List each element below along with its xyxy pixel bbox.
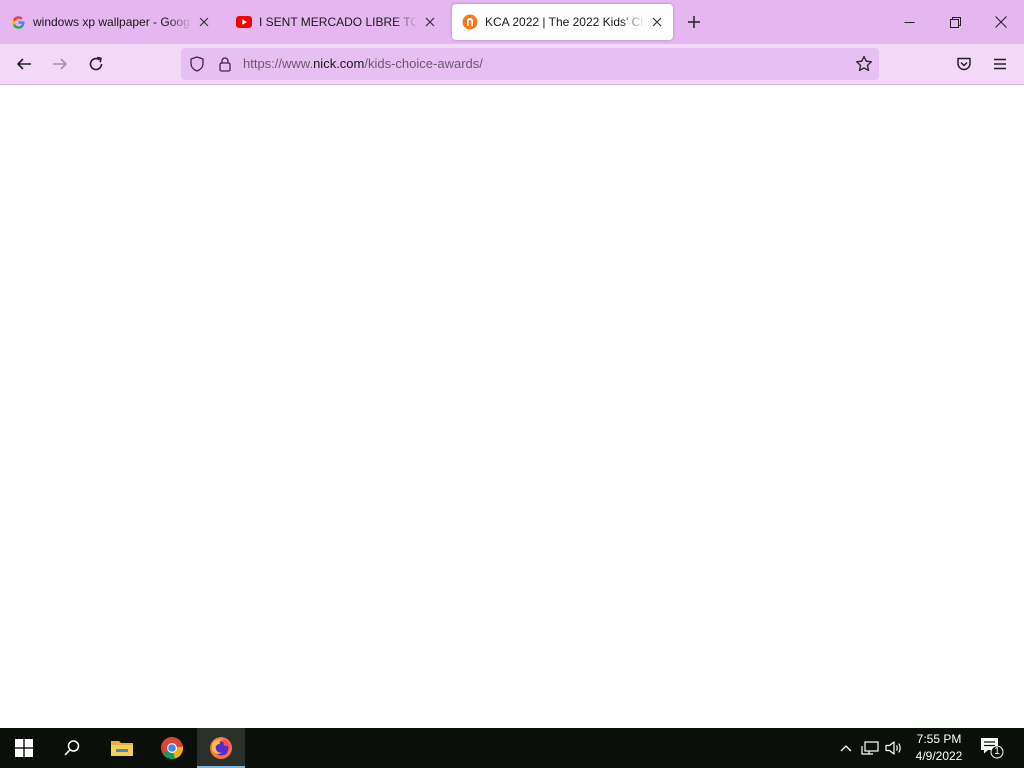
hamburger-menu-icon: [994, 58, 1006, 70]
tab-title: windows xp wallpaper - Google: [33, 15, 192, 29]
url-path: /kids-choice-awards/: [364, 56, 483, 71]
minimize-button[interactable]: [886, 0, 932, 44]
speaker-icon: [885, 741, 901, 755]
url-prefix: https://www.: [243, 56, 314, 71]
clock-date: 4/9/2022: [915, 749, 963, 763]
search-button[interactable]: [48, 728, 96, 768]
tab-kca[interactable]: KCA 2022 | The 2022 Kids' Choi: [452, 4, 673, 40]
system-clock[interactable]: 7:55 PM 4/9/2022: [908, 731, 970, 765]
network-button[interactable]: [860, 738, 880, 758]
file-explorer-icon: [111, 741, 133, 756]
notification-count-badge: 1: [994, 746, 1000, 757]
search-icon: [64, 740, 80, 756]
windows-logo-icon: [15, 739, 33, 757]
reload-button[interactable]: [82, 50, 110, 78]
back-arrow-icon: [17, 58, 31, 70]
forward-arrow-icon: [53, 58, 67, 70]
file-explorer-taskbar-button[interactable]: [98, 728, 146, 768]
nickelodeon-icon: [462, 14, 478, 30]
browser-window: windows xp wallpaper - Google I SENT MER…: [0, 0, 1024, 728]
show-hidden-icons-button[interactable]: [836, 738, 856, 758]
close-window-button[interactable]: [978, 0, 1024, 44]
address-bar[interactable]: https://www.nick.com/kids-choice-awards/: [181, 48, 879, 80]
minimize-icon: [904, 21, 914, 23]
taskbar: 7:55 PM 4/9/2022 1: [0, 728, 1024, 768]
youtube-icon: [236, 14, 252, 30]
tab-title: I SENT MERCADO LIBRE TO GUA: [259, 15, 418, 29]
restore-icon: [949, 16, 961, 28]
action-center-button[interactable]: 1: [980, 737, 1004, 759]
volume-button[interactable]: [884, 738, 904, 758]
chevron-up-icon: [840, 745, 852, 752]
url-domain: nick.com: [313, 56, 365, 71]
close-tab-icon[interactable]: [196, 14, 212, 30]
network-icon: [861, 741, 879, 755]
bookmark-star-icon[interactable]: [855, 55, 873, 73]
forward-button[interactable]: [46, 50, 74, 78]
plus-icon: [688, 16, 700, 28]
page-content-area: [0, 85, 1024, 728]
close-icon: [995, 16, 1007, 28]
tab-strip: windows xp wallpaper - Google I SENT MER…: [0, 0, 1024, 44]
tab-title: KCA 2022 | The 2022 Kids' Choi: [485, 15, 645, 29]
new-tab-button[interactable]: [684, 12, 704, 32]
tab-google[interactable]: windows xp wallpaper - Google: [0, 4, 220, 40]
url-text[interactable]: https://www.nick.com/kids-choice-awards/: [243, 48, 483, 80]
lock-icon[interactable]: [217, 56, 233, 72]
menu-button[interactable]: [986, 50, 1014, 78]
clock-time: 7:55 PM: [916, 732, 962, 746]
close-tab-icon[interactable]: [649, 14, 665, 30]
start-button[interactable]: [0, 728, 48, 768]
reload-icon: [89, 56, 103, 71]
pocket-button[interactable]: [950, 50, 978, 78]
google-g-icon: [10, 14, 26, 30]
chrome-taskbar-button[interactable]: [148, 728, 196, 768]
tab-youtube[interactable]: I SENT MERCADO LIBRE TO GUA: [226, 4, 446, 40]
firefox-taskbar-button[interactable]: [197, 728, 245, 768]
chrome-icon: [161, 737, 184, 760]
firefox-icon: [210, 737, 232, 759]
close-tab-icon[interactable]: [422, 14, 438, 30]
restore-button[interactable]: [932, 0, 978, 44]
pocket-icon: [957, 57, 971, 71]
tracking-protection-shield-icon[interactable]: [189, 56, 205, 72]
navigation-toolbar: https://www.nick.com/kids-choice-awards/: [0, 44, 1024, 85]
back-button[interactable]: [10, 50, 38, 78]
